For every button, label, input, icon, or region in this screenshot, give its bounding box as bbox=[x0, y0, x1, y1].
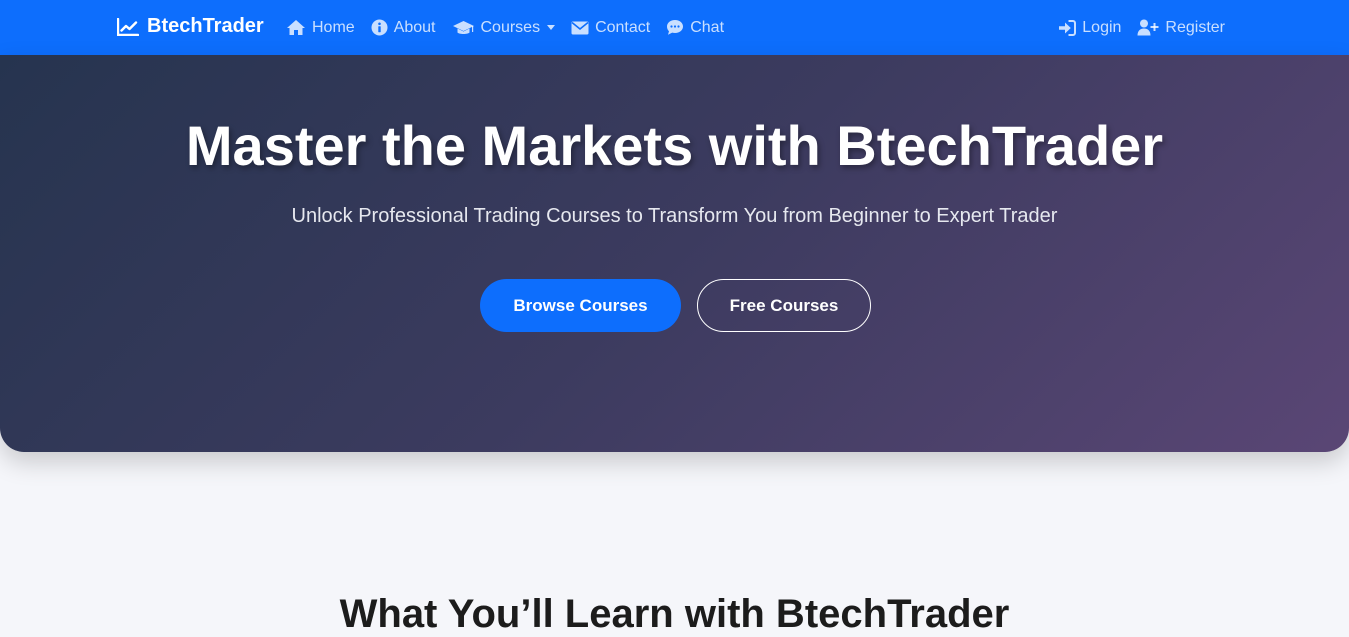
envelope-icon bbox=[571, 21, 589, 34]
nav-login-label: Login bbox=[1082, 18, 1122, 36]
user-plus-icon bbox=[1137, 19, 1159, 36]
info-circle-icon bbox=[371, 19, 388, 36]
learn-section-title: What You’ll Learn with BtechTrader bbox=[339, 592, 1010, 636]
nav-register[interactable]: Register bbox=[1137, 19, 1225, 37]
home-icon bbox=[287, 20, 305, 35]
brand-link[interactable]: BtechTrader bbox=[117, 15, 264, 38]
nav-login[interactable]: Login bbox=[1058, 19, 1121, 37]
chevron-down-icon bbox=[547, 25, 556, 30]
chat-bubble-icon bbox=[667, 20, 684, 35]
nav-courses-dropdown[interactable]: Courses bbox=[452, 19, 556, 37]
free-courses-button[interactable]: Free Courses bbox=[697, 279, 871, 332]
hero-section: Master the Markets with BtechTrader Unlo… bbox=[0, 55, 1349, 452]
account-nav: Login Register bbox=[1058, 0, 1225, 55]
brand-name: BtechTrader bbox=[147, 15, 264, 37]
graduation-cap-icon bbox=[452, 20, 474, 34]
nav-chat-label: Chat bbox=[690, 18, 725, 36]
primary-nav: Home About Courses Contact Chat bbox=[286, 0, 740, 55]
nav-courses-label: Courses bbox=[480, 18, 541, 36]
top-navbar: BtechTrader Home About Courses Contact C… bbox=[0, 0, 1349, 55]
nav-home[interactable]: Home bbox=[286, 19, 355, 37]
nav-contact-label: Contact bbox=[595, 18, 651, 36]
chart-line-icon bbox=[117, 17, 139, 36]
nav-contact[interactable]: Contact bbox=[571, 19, 650, 37]
browse-courses-button[interactable]: Browse Courses bbox=[480, 279, 681, 332]
hero-title: Master the Markets with BtechTrader bbox=[185, 114, 1164, 177]
hero-subtitle: Unlock Professional Trading Courses to T… bbox=[291, 205, 1058, 227]
sign-in-icon bbox=[1059, 19, 1077, 36]
nav-about[interactable]: About bbox=[371, 19, 436, 37]
nav-chat[interactable]: Chat bbox=[666, 19, 724, 37]
nav-register-label: Register bbox=[1165, 18, 1225, 36]
nav-home-label: Home bbox=[312, 18, 355, 36]
nav-about-label: About bbox=[393, 18, 436, 36]
